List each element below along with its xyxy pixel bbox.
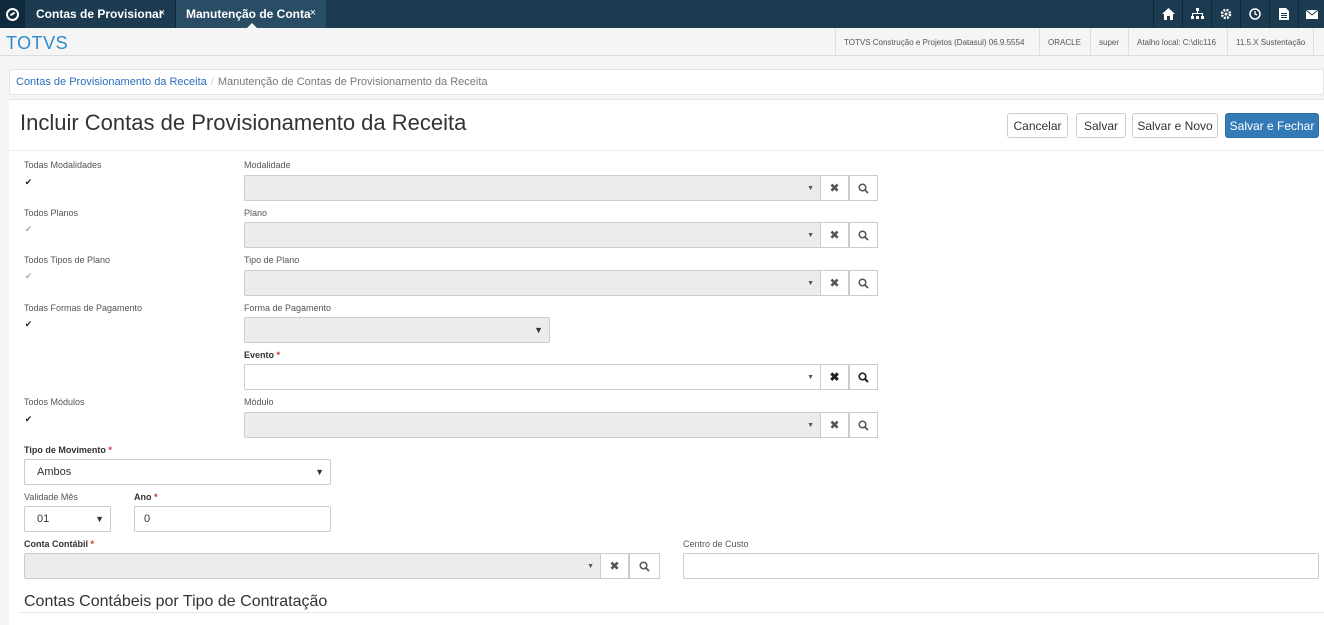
all-plan-types-label: Todos Tipos de Plano — [24, 255, 111, 265]
tab-contas-de-provisionar[interactable]: Contas de Provisionar × — [26, 0, 176, 28]
plan-field[interactable]: ▼ — [244, 222, 821, 248]
payment-form-select[interactable]: ▼ — [244, 317, 550, 343]
movement-type-label: Tipo de Movimento * — [24, 445, 112, 455]
plan-type-search-icon[interactable] — [849, 270, 878, 296]
chevron-down-icon[interactable]: ▼ — [807, 232, 814, 239]
event-field[interactable]: ▼ — [244, 364, 821, 390]
account-clear-icon[interactable]: ✖ — [600, 553, 629, 579]
divider — [9, 150, 1324, 151]
account-label: Conta Contábil * — [24, 539, 94, 549]
all-payment-forms-checkbox[interactable]: ✔ — [24, 320, 33, 329]
breadcrumb-link[interactable]: Contas de Provisionamento da Receita — [16, 76, 207, 88]
event-clear-icon[interactable]: ✖ — [820, 364, 849, 390]
plan-label: Plano — [244, 208, 268, 218]
plan-type-label: Tipo de Plano — [244, 255, 300, 265]
home-icon[interactable] — [1153, 0, 1182, 28]
chevron-down-icon: ▼ — [534, 325, 543, 335]
close-icon[interactable]: × — [159, 7, 165, 19]
breadcrumb-separator: / — [210, 76, 214, 88]
all-modalities-label: Todas Modalidades — [24, 160, 102, 170]
chevron-down-icon: ▼ — [315, 467, 324, 477]
validity-month-label: Validade Mês — [24, 492, 78, 502]
document-icon[interactable] — [1269, 0, 1298, 28]
module-label: Módulo — [244, 397, 274, 407]
chevron-down-icon[interactable]: ▼ — [807, 185, 814, 192]
all-modules-label: Todos Módulos — [24, 397, 85, 407]
chevron-down-icon[interactable]: ▼ — [807, 422, 814, 429]
save-and-close-button[interactable]: Salvar e Fechar — [1225, 113, 1319, 138]
top-bar: Contas de Provisionar × Manutenção de Co… — [0, 0, 1324, 29]
year-label-text: Ano — [134, 492, 152, 502]
year-input[interactable]: 0 — [134, 506, 331, 532]
app-header: TOTVS TOTVS Construção e Projetos (Datas… — [0, 28, 1324, 56]
account-label-text: Conta Contábil — [24, 539, 88, 549]
chevron-down-icon[interactable]: ▼ — [807, 280, 814, 287]
plan-clear-icon[interactable]: ✖ — [820, 222, 849, 248]
chevron-down-icon[interactable]: ▼ — [587, 563, 594, 570]
all-modalities-checkbox[interactable]: ✔ — [24, 178, 33, 187]
cost-center-input[interactable] — [683, 553, 1319, 579]
modality-clear-icon[interactable]: ✖ — [820, 175, 849, 201]
modality-search-icon[interactable] — [849, 175, 878, 201]
mail-icon[interactable] — [1298, 0, 1324, 28]
shortcut-info: Atalho local: C:\dlc116 — [1128, 28, 1224, 56]
brand-logo[interactable]: TOTVS — [6, 33, 68, 54]
version-info: 11.5.X Sustentação — [1227, 28, 1315, 56]
all-plans-checkbox[interactable]: ✔ — [24, 225, 33, 234]
plan-type-field[interactable]: ▼ — [244, 270, 821, 296]
required-marker: * — [108, 445, 112, 455]
close-icon[interactable]: × — [310, 7, 316, 19]
account-search-icon[interactable] — [629, 553, 660, 579]
modality-label: Modalidade — [244, 160, 291, 170]
database-info: ORACLE — [1039, 28, 1089, 56]
cancel-button[interactable]: Cancelar — [1007, 113, 1068, 138]
sitemap-icon[interactable] — [1182, 0, 1211, 28]
tab-label: Contas de Provisionar — [36, 7, 164, 21]
tab-manutencao-de-conta[interactable]: Manutenção de Conta × — [176, 0, 326, 29]
event-search-icon[interactable] — [849, 364, 878, 390]
module-clear-icon[interactable]: ✖ — [820, 412, 849, 438]
modality-field[interactable]: ▼ — [244, 175, 821, 201]
breadcrumb-current: Manutenção de Contas de Provisionamento … — [217, 76, 488, 88]
required-marker: * — [154, 492, 158, 502]
module-search-icon[interactable] — [849, 412, 878, 438]
event-label: Evento * — [244, 350, 280, 360]
all-plan-types-checkbox[interactable]: ✔ — [24, 272, 33, 281]
gear-icon[interactable] — [1211, 0, 1240, 28]
plan-search-icon[interactable] — [849, 222, 878, 248]
save-button[interactable]: Salvar — [1076, 113, 1126, 138]
chevron-down-icon[interactable]: ▼ — [807, 374, 814, 381]
payment-form-label: Forma de Pagamento — [244, 303, 332, 313]
page-title: Incluir Contas de Provisionamento da Rec… — [20, 110, 467, 135]
validity-month-select[interactable]: 01 ▼ — [24, 506, 111, 532]
movement-type-label-text: Tipo de Movimento — [24, 445, 106, 455]
divider — [20, 612, 1324, 613]
save-and-new-button[interactable]: Salvar e Novo — [1132, 113, 1218, 138]
user-info: super — [1090, 28, 1127, 56]
account-field[interactable]: ▼ — [24, 553, 601, 579]
event-label-text: Evento — [244, 350, 275, 360]
menu-logo-icon[interactable] — [0, 0, 25, 28]
section-title: Contas Contábeis por Tipo de Contratação — [24, 593, 328, 610]
plan-type-clear-icon[interactable]: ✖ — [820, 270, 849, 296]
movement-type-select[interactable]: Ambos ▼ — [24, 459, 331, 485]
all-plans-label: Todos Planos — [24, 208, 79, 218]
all-payment-forms-label: Todas Formas de Pagamento — [24, 303, 143, 313]
year-label: Ano * — [134, 492, 158, 502]
company-info: TOTVS Construção e Projetos (Datasul) 06… — [835, 28, 1032, 56]
tab-label: Manutenção de Conta — [186, 7, 311, 21]
cost-center-label: Centro de Custo — [683, 539, 749, 549]
breadcrumb: Contas de Provisionamento da Receita / M… — [9, 69, 1324, 95]
chevron-down-icon: ▼ — [95, 514, 104, 524]
movement-type-value: Ambos — [37, 466, 72, 478]
all-modules-checkbox[interactable]: ✔ — [24, 415, 33, 424]
validity-month-value: 01 — [37, 513, 50, 525]
module-field[interactable]: ▼ — [244, 412, 821, 438]
required-marker: * — [276, 350, 281, 360]
clock-icon[interactable] — [1240, 0, 1269, 28]
required-marker: * — [90, 539, 95, 549]
